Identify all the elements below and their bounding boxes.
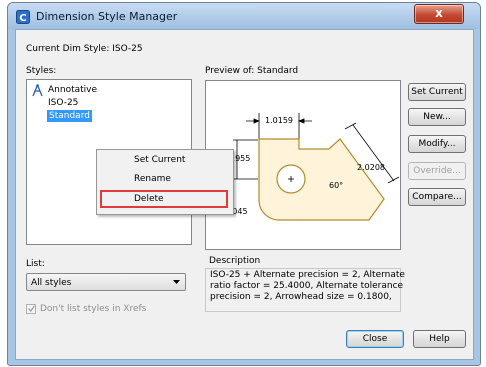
menu-item-rename[interactable]: Rename bbox=[97, 170, 233, 188]
preview-dim-right: 2.0208 bbox=[357, 163, 385, 172]
current-dim-style-label: Current Dim Style: ISO-25 bbox=[26, 44, 143, 54]
style-item-iso-25[interactable]: ISO-25 bbox=[48, 98, 78, 108]
description-box: ISO-25 + Alternate precision = 2, Altern… bbox=[205, 268, 405, 312]
menu-item-label: Set Current bbox=[134, 155, 186, 165]
preview-panel: 1.0159 1955 2.0208 60° R0.8045 bbox=[205, 80, 401, 250]
close-icon: x bbox=[435, 6, 443, 20]
override-button[interactable]: Override... bbox=[408, 162, 466, 180]
menu-item-label: Delete bbox=[134, 194, 164, 204]
style-item-annotative[interactable]: Annotative bbox=[48, 85, 97, 95]
app-icon: C bbox=[16, 10, 30, 24]
annotative-icon bbox=[32, 84, 43, 97]
dialog-client-area: Current Dim Style: ISO-25 Styles: Annota… bbox=[15, 29, 474, 360]
compare-button[interactable]: Compare... bbox=[408, 188, 466, 206]
description-heading: Description bbox=[209, 256, 261, 266]
description-text: ISO-25 + Alternate precision = 2, Altern… bbox=[210, 270, 405, 303]
description-line-2: ratio factor = 25.4000, Alternate tolera… bbox=[210, 281, 404, 291]
svg-text:C: C bbox=[19, 13, 26, 24]
menu-item-label: Rename bbox=[134, 174, 171, 184]
chevron-down-icon bbox=[173, 280, 180, 284]
title-bar[interactable]: C Dimension Style Manager x bbox=[8, 3, 480, 29]
menu-item-set-current[interactable]: Set Current bbox=[97, 151, 233, 169]
set-current-button[interactable]: Set Current bbox=[408, 83, 466, 101]
dialog-window: C Dimension Style Manager x Current Dim … bbox=[7, 2, 481, 366]
new-button[interactable]: New... bbox=[408, 108, 466, 126]
dont-list-xrefs-checkbox[interactable] bbox=[26, 304, 36, 314]
dont-list-xrefs-label: Don't list styles in Xrefs bbox=[40, 304, 147, 314]
preview-label: Preview of: Standard bbox=[205, 66, 299, 76]
preview-dim-top: 1.0159 bbox=[265, 116, 293, 125]
checkmark-icon bbox=[28, 305, 35, 312]
preview-angle: 60° bbox=[329, 181, 344, 190]
description-line-1: ISO-25 + Alternate precision = 2, Altern… bbox=[210, 270, 405, 280]
style-item-standard[interactable]: Standard bbox=[47, 110, 92, 122]
list-filter-value: All styles bbox=[31, 278, 72, 288]
close-window-button[interactable]: x bbox=[414, 4, 464, 24]
list-filter-select[interactable]: All styles bbox=[26, 273, 186, 291]
context-menu: Set Current Rename Delete bbox=[96, 149, 234, 215]
menu-item-delete[interactable]: Delete bbox=[100, 190, 228, 208]
modify-button[interactable]: Modify... bbox=[408, 135, 466, 153]
help-button[interactable]: Help bbox=[413, 330, 466, 348]
close-button[interactable]: Close bbox=[346, 330, 404, 348]
styles-label: Styles: bbox=[26, 66, 57, 76]
description-line-3: precision = 2, Arrowhead size = 0.1800, bbox=[210, 292, 392, 302]
list-label: List: bbox=[26, 259, 45, 269]
window-title: Dimension Style Manager bbox=[36, 10, 178, 23]
